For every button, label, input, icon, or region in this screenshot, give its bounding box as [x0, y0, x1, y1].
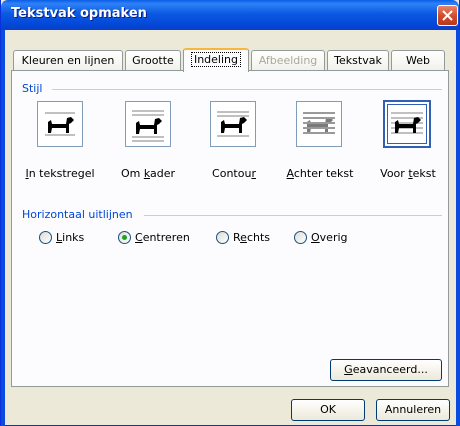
- label-text: Om: [120, 167, 144, 180]
- label-text: verig: [319, 231, 348, 244]
- radio-label-links[interactable]: Links: [56, 231, 84, 244]
- style-label-voor-tekst[interactable]: Voor tekst: [374, 167, 442, 180]
- label-text: eavanceerd...: [352, 363, 428, 376]
- style-label-om-kader[interactable]: Om kader: [118, 167, 178, 180]
- radio-label-rechts[interactable]: Rechts: [233, 231, 270, 244]
- style-label-in-tekstregel[interactable]: In tekstregel: [24, 167, 96, 180]
- label-accesskey: e: [240, 231, 247, 244]
- tab-label: Kleuren en lijnen: [21, 54, 115, 67]
- radio-label-overig[interactable]: Overig: [311, 231, 348, 244]
- label-text: n tekstregel: [28, 167, 95, 180]
- dog-tight-wrap-icon: [217, 111, 249, 137]
- group-divider: [144, 215, 442, 216]
- label-accesskey: G: [344, 363, 353, 376]
- tab-indeling[interactable]: Indeling: [183, 48, 249, 72]
- label-text: entreren: [142, 231, 190, 244]
- window-border-right: [456, 30, 460, 426]
- style-option-om-kader[interactable]: [125, 101, 171, 147]
- window-border-left: [1, 30, 5, 426]
- style-option-achter-tekst[interactable]: [296, 101, 342, 147]
- label-text: OK: [320, 403, 336, 416]
- style-option-in-tekstregel[interactable]: [37, 101, 83, 147]
- ok-button[interactable]: OK: [291, 399, 365, 421]
- label-text: Voor: [380, 167, 409, 180]
- label-text: chts: [246, 231, 271, 244]
- tab-panel-indeling: Stijl In tekstregel Om kader Contour Ach…: [11, 70, 449, 387]
- group-divider: [52, 89, 442, 90]
- tab-label: Web: [406, 54, 430, 67]
- radio-label-centreren[interactable]: Centreren: [135, 231, 190, 244]
- tab-afbeelding: Afbeelding: [251, 50, 325, 72]
- group-title-stijl: Stijl: [22, 82, 43, 95]
- label-text: ader: [150, 167, 176, 180]
- close-icon: [442, 10, 453, 21]
- label-accesskey: O: [311, 231, 320, 244]
- tab-grootte[interactable]: Grootte: [125, 50, 181, 72]
- tab-kleuren-en-lijnen[interactable]: Kleuren en lijnen: [13, 50, 123, 72]
- label-text: ekst: [412, 167, 436, 180]
- tab-label: Indeling: [190, 52, 242, 67]
- tab-label: Tekstvak: [334, 54, 382, 67]
- tab-web[interactable]: Web: [391, 50, 445, 72]
- group-title-horizontaal-uitlijnen: Horizontaal uitlijnen: [22, 208, 133, 221]
- style-option-contour[interactable]: [210, 101, 256, 147]
- dog-behind-text-icon: [303, 112, 335, 134]
- advanced-button[interactable]: Geavanceerd...: [330, 359, 442, 381]
- dog-in-front-of-text-icon: [391, 112, 423, 134]
- label-text: Contou: [212, 167, 252, 180]
- tab-label: Afbeelding: [258, 54, 318, 67]
- radio-overig[interactable]: [294, 231, 307, 244]
- tab-tekstvak[interactable]: Tekstvak: [327, 50, 389, 72]
- radio-centreren[interactable]: [118, 231, 131, 244]
- tab-label: Grootte: [132, 54, 174, 67]
- label-accesskey: C: [135, 231, 143, 244]
- dog-square-wrap-icon: [132, 110, 164, 142]
- dialog-window: Tekstvak opmaken Kleuren en lijnen Groot…: [0, 0, 460, 426]
- label-accesskey: A: [286, 167, 294, 180]
- title-bar[interactable]: Tekstvak opmaken: [1, 0, 459, 30]
- close-button[interactable]: [437, 5, 458, 26]
- cancel-button[interactable]: Annuleren: [376, 399, 450, 421]
- label-text: inks: [62, 231, 85, 244]
- style-option-voor-tekst[interactable]: [383, 100, 431, 148]
- window-title: Tekstvak opmaken: [11, 6, 147, 21]
- dog-in-line-icon: [45, 112, 75, 136]
- radio-rechts[interactable]: [216, 231, 229, 244]
- style-label-contour[interactable]: Contour: [204, 167, 264, 180]
- style-label-achter-tekst[interactable]: Achter tekst: [282, 167, 358, 180]
- radio-links[interactable]: [39, 231, 52, 244]
- label-text: chter tekst: [293, 167, 354, 180]
- label-accesskey: r: [251, 167, 256, 180]
- label-text: Annuleren: [384, 403, 442, 416]
